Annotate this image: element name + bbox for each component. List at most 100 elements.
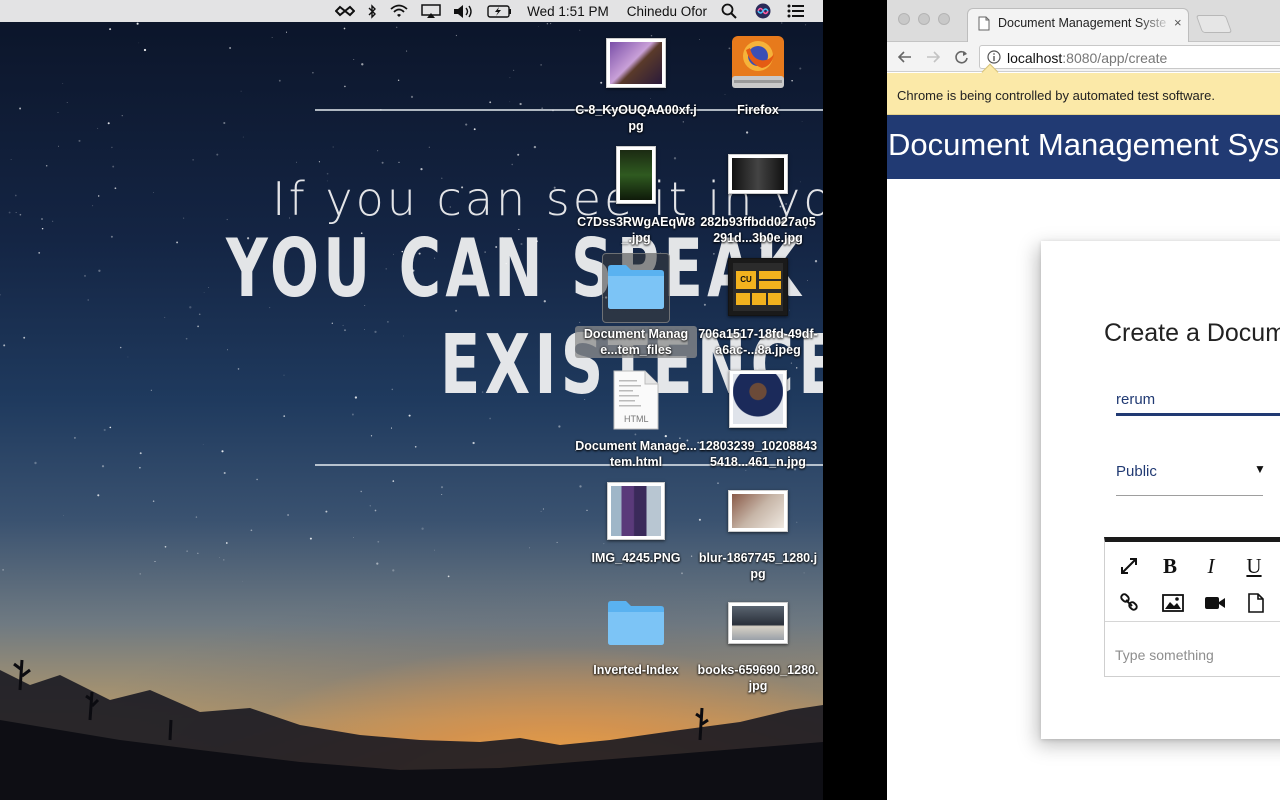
siri-icon[interactable]	[755, 0, 771, 22]
star	[586, 509, 588, 512]
wifi-icon[interactable]	[389, 0, 409, 22]
star	[2, 569, 4, 571]
reload-icon[interactable]	[951, 47, 971, 67]
star	[542, 508, 544, 510]
star	[185, 337, 188, 340]
video-icon[interactable]	[1201, 589, 1229, 617]
star	[386, 320, 389, 323]
selected-label: Document Manage...tem_files	[575, 326, 697, 358]
editor-placeholder[interactable]: Type something	[1115, 647, 1214, 663]
star	[509, 77, 511, 79]
star	[143, 48, 147, 52]
bluetooth-icon[interactable]	[367, 0, 377, 22]
fullscreen-icon[interactable]	[1115, 552, 1143, 580]
spotlight-search-icon[interactable]	[721, 0, 737, 22]
star	[240, 90, 242, 92]
cu-badge: CU	[736, 271, 756, 289]
browser-tab[interactable]: Document Management Syste ×	[967, 8, 1189, 42]
desktop-icon-label: 706a1517-18fd-49df-a6ac-...8a.jpeg	[698, 327, 818, 357]
star	[441, 493, 443, 496]
star	[139, 573, 141, 575]
image-icon[interactable]	[1159, 589, 1187, 617]
address-bar[interactable]: localhost:8080/app/create	[979, 45, 1280, 69]
clock[interactable]: Wed 1:51 PM	[527, 0, 609, 22]
star	[41, 227, 44, 230]
star	[223, 559, 225, 561]
star	[66, 102, 68, 104]
document-title-input[interactable]	[1116, 381, 1280, 417]
site-info-icon[interactable]	[987, 50, 1001, 64]
star	[121, 115, 123, 117]
desktop-icon-label: blur-1867745_1280.jpg	[698, 551, 818, 581]
star	[377, 150, 379, 152]
star	[278, 79, 281, 82]
star	[154, 560, 156, 563]
desktop-icon-label: C7Dss3RWgAEqW8_.jpg	[577, 215, 695, 245]
notification-center-icon[interactable]	[787, 0, 805, 22]
chevron-down-icon: ▼	[1254, 462, 1266, 476]
url-host: localhost	[1007, 50, 1063, 66]
star	[92, 205, 94, 207]
file-icon[interactable]	[1242, 589, 1270, 617]
star	[579, 29, 581, 31]
airplay-icon[interactable]	[421, 0, 441, 22]
star	[189, 306, 192, 309]
access-select[interactable]: Public ▼	[1116, 456, 1266, 496]
star	[87, 299, 89, 301]
star	[0, 294, 1, 296]
desktop-icon-label: books-659690_1280.jpg	[697, 663, 819, 693]
infinity-icon[interactable]	[335, 0, 356, 22]
star	[331, 322, 333, 324]
star	[538, 25, 539, 27]
star	[216, 153, 219, 156]
star	[434, 549, 435, 551]
desktop-icon-label: IMG_4245.PNG	[591, 551, 681, 565]
screen: If you can see it in you YOU CAN SPEAK I…	[0, 0, 1280, 800]
star	[223, 121, 226, 125]
star	[23, 336, 26, 339]
image-thumbnail	[728, 154, 788, 194]
star	[219, 557, 220, 558]
underline-icon[interactable]: U	[1240, 552, 1268, 580]
close-window-button[interactable]	[898, 13, 910, 25]
star	[19, 213, 22, 216]
user-name[interactable]: Chinedu Ofor	[627, 0, 707, 22]
tile	[736, 293, 750, 305]
page-icon	[978, 16, 990, 31]
star	[309, 537, 312, 540]
star	[63, 515, 64, 516]
image-thumbnail	[606, 38, 666, 88]
star	[139, 452, 142, 455]
star	[420, 168, 423, 171]
star	[489, 101, 492, 104]
desktop[interactable]: If you can see it in you YOU CAN SPEAK I…	[0, 0, 823, 800]
minimize-window-button[interactable]	[918, 13, 930, 25]
app-title[interactable]: Document Management Sys	[888, 127, 1279, 163]
editor-toolbar: B I U	[1105, 542, 1280, 622]
tab-close-icon[interactable]: ×	[1174, 15, 1182, 30]
desktop-icon-label: 282b93ffbdd027a05291d...3b0e.jpg	[700, 215, 816, 245]
app-bar: Document Management Sys	[887, 115, 1280, 179]
volume-icon[interactable]	[453, 0, 475, 22]
underline-glyph: U	[1246, 553, 1262, 578]
italic-icon[interactable]: I	[1197, 552, 1225, 580]
star	[103, 428, 106, 432]
new-tab-button[interactable]	[1195, 15, 1233, 33]
forward-icon[interactable]	[923, 47, 943, 67]
star	[242, 136, 244, 138]
star	[392, 480, 395, 482]
back-icon[interactable]	[895, 47, 915, 67]
battery-icon[interactable]	[487, 0, 513, 22]
star	[353, 59, 355, 60]
star	[390, 427, 393, 429]
bold-icon[interactable]: B	[1156, 552, 1184, 580]
link-icon[interactable]	[1115, 589, 1143, 617]
bold-glyph: B	[1162, 553, 1177, 578]
star	[332, 146, 334, 148]
zoom-window-button[interactable]	[938, 13, 950, 25]
star	[801, 121, 803, 122]
star	[370, 435, 373, 437]
image-thumbnail: CU	[728, 258, 788, 316]
star	[556, 541, 558, 543]
star	[325, 510, 328, 513]
